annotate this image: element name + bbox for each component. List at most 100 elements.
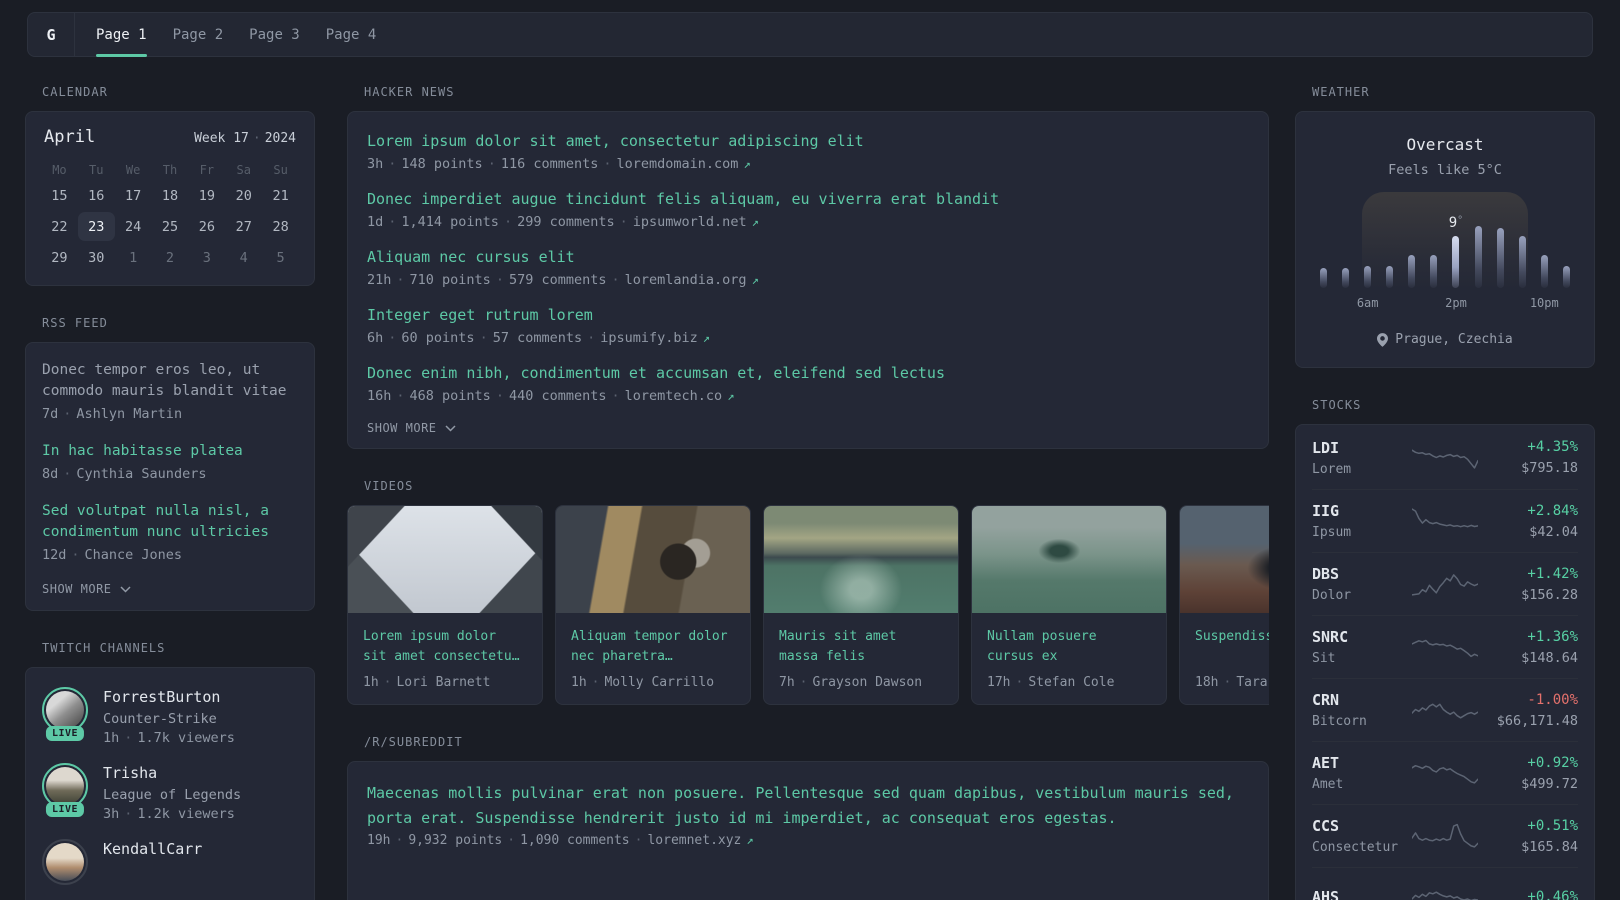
item-author: Molly Carrillo xyxy=(604,675,715,690)
separator-dot: · xyxy=(503,214,513,230)
video-card-row: Lorem ipsum dolor sit amet consectetu… 1h… xyxy=(347,505,1269,705)
stock-values: +0.46% xyxy=(1478,889,1578,900)
rss-item: Sed volutpat nulla nisl, a condimentum n… xyxy=(42,501,298,563)
video-title[interactable]: Suspendisse diam xyxy=(1195,627,1269,667)
stock-change: +1.42% xyxy=(1527,565,1578,582)
external-link-icon: ↗ xyxy=(751,215,759,229)
tab-page-2[interactable]: Page 2 xyxy=(173,13,224,56)
calendar-weekday: Fr xyxy=(199,163,215,177)
calendar-day: 17 xyxy=(125,187,142,204)
right-column: WEATHER Overcast Feels like 5°C 6am 2pm 9°… xyxy=(1295,57,1595,900)
hn-item-title[interactable]: Donec imperdiet augue tincidunt felis al… xyxy=(367,189,1249,210)
subreddit-post-title[interactable]: Maecenas mollis pulvinar erat non posuer… xyxy=(367,781,1249,831)
tab-page-4[interactable]: Page 4 xyxy=(326,13,377,56)
stock-row[interactable]: SNRC Sit +1.36% $148.64 xyxy=(1312,615,1578,678)
item-points: 1,414 points xyxy=(401,214,499,230)
stock-sparkline xyxy=(1412,569,1478,599)
calendar-weekday-row: Mo Tu We Th Fr Sa Su xyxy=(41,147,299,181)
chevron-down-icon xyxy=(120,585,131,593)
separator-dot: · xyxy=(383,675,392,690)
avatar xyxy=(46,843,84,881)
twitch-channel[interactable]: LIVE ForrestBurton Counter-Strike 1h · 1.7k v… xyxy=(42,687,298,746)
rss-item-title[interactable]: Sed volutpat nulla nisl, a condimentum n… xyxy=(42,501,298,543)
video-card[interactable]: Aliquam tempor dolor nec pharetra… 1h · Mol… xyxy=(555,505,751,705)
left-column: CALENDAR April Week 17 · 2024 Mo Tu We Th Fr Sa… xyxy=(25,57,315,900)
calendar-section-title: CALENDAR xyxy=(42,85,108,99)
item-domain[interactable]: loremtech.co xyxy=(625,388,723,404)
hn-item-meta: 1d · 1,414 points · 299 comments · ipsumworld.… xyxy=(367,214,1249,230)
video-meta: 1h · Lori Barnett xyxy=(363,675,527,690)
weather-bar xyxy=(1452,236,1460,288)
video-card[interactable]: Lorem ipsum dolor sit amet consectetu… 1h… xyxy=(347,505,543,705)
calendar-day: 30 xyxy=(88,249,105,266)
stock-price: $795.18 xyxy=(1521,460,1578,476)
separator-dot: · xyxy=(611,388,620,404)
avatar xyxy=(46,691,84,729)
tab-page-1[interactable]: Page 1 xyxy=(96,13,147,57)
weather-bar xyxy=(1386,266,1394,288)
external-link-icon: ↗ xyxy=(702,331,711,345)
stock-price: $156.28 xyxy=(1521,586,1578,603)
calendar-day: 27 xyxy=(235,218,252,235)
stock-row[interactable]: AHS +0.46% xyxy=(1312,867,1578,900)
hn-item-title[interactable]: Lorem ipsum dolor sit amet, consectetur … xyxy=(367,131,1249,152)
channel-name[interactable]: KendallCarr xyxy=(103,839,202,858)
weather-bar-slot xyxy=(1562,266,1570,288)
twitch-channel[interactable]: KendallCarr xyxy=(42,839,298,885)
item-points: 148 points xyxy=(401,156,483,172)
weather-bar-slot xyxy=(1496,228,1504,288)
stock-values: +2.84% $42.04 xyxy=(1478,503,1578,540)
weather-hourly-chart: 6am 2pm 9° 10pm xyxy=(1320,192,1570,310)
video-title[interactable]: Nullam posuere cursus ex xyxy=(987,627,1151,667)
separator-dot: · xyxy=(252,131,261,146)
stock-values: +0.51% $165.84 xyxy=(1478,818,1578,855)
rss-show-more-button[interactable]: SHOW MORE xyxy=(42,582,298,596)
hn-item-meta: 16h · 468 points · 440 comments · loremtech.co… xyxy=(367,388,1249,404)
channel-name[interactable]: Trisha xyxy=(103,763,241,782)
item-domain[interactable]: loremnet.xyz xyxy=(647,833,741,848)
hn-item-title[interactable]: Integer eget rutrum lorem xyxy=(367,305,1249,326)
video-title[interactable]: Aliquam tempor dolor nec pharetra… xyxy=(571,627,735,667)
video-card[interactable]: Mauris sit amet massa felis 7h · Grayson Da… xyxy=(763,505,959,705)
stock-price: $42.04 xyxy=(1529,523,1578,540)
item-author: Stefan Cole xyxy=(1028,675,1115,690)
weather-bar xyxy=(1408,255,1416,288)
channel-info: ForrestBurton Counter-Strike 1h · 1.7k viewe… xyxy=(103,687,235,746)
video-card[interactable]: Nullam posuere cursus ex 17h · Stefan Cole xyxy=(971,505,1167,705)
stock-row[interactable]: IIG Ipsum +2.84% $42.04 xyxy=(1312,489,1578,552)
rss-item-title[interactable]: In hac habitasse platea xyxy=(42,441,298,462)
app-logo[interactable]: G xyxy=(28,13,74,56)
hn-item-title[interactable]: Aliquam nec cursus elit xyxy=(367,247,1249,268)
item-author: Tara Sanders xyxy=(1236,675,1269,690)
hacker-news-widget: Lorem ipsum dolor sit amet, consectetur … xyxy=(347,111,1269,449)
hn-item-title[interactable]: Donec enim nibh, condimentum et accumsan… xyxy=(367,363,1249,384)
stock-sparkline xyxy=(1412,443,1478,473)
page-tabs: Page 1 Page 2 Page 3 Page 4 xyxy=(75,13,402,57)
video-title[interactable]: Lorem ipsum dolor sit amet consectetu… xyxy=(363,627,527,667)
stock-row[interactable]: DBS Dolor +1.42% $156.28 xyxy=(1312,552,1578,615)
video-title[interactable]: Mauris sit amet massa felis xyxy=(779,627,943,667)
stock-ticker: CRN xyxy=(1312,691,1340,709)
stock-sparkline xyxy=(1412,821,1478,851)
item-domain[interactable]: ipsumify.biz xyxy=(600,330,698,346)
stock-ticker: IIG xyxy=(1312,502,1340,520)
stock-row[interactable]: CRN Bitcorn -1.00% $66,171.48 xyxy=(1312,678,1578,741)
tab-page-3[interactable]: Page 3 xyxy=(249,13,300,56)
item-comments: 1,090 comments xyxy=(520,833,630,848)
stock-row[interactable]: CCS Consectetur +0.51% $165.84 xyxy=(1312,804,1578,867)
weather-bar-slot xyxy=(1386,266,1394,288)
stock-row[interactable]: LDI Lorem +4.35% $795.18 xyxy=(1312,426,1578,489)
degree-symbol: ° xyxy=(1457,215,1464,226)
rss-item-title[interactable]: Donec tempor eros leo, ut commodo mauris… xyxy=(42,360,298,402)
item-domain[interactable]: ipsumworld.net xyxy=(633,214,747,230)
item-domain[interactable]: loremdomain.com xyxy=(617,156,739,172)
item-comments: 579 comments xyxy=(508,272,607,288)
channel-info: KendallCarr xyxy=(103,839,202,858)
video-card[interactable]: Suspendisse diam 18h · Tara Sanders xyxy=(1179,505,1269,705)
stock-name: Amet xyxy=(1312,777,1344,792)
item-domain[interactable]: loremlandia.org xyxy=(625,272,747,288)
channel-name[interactable]: ForrestBurton xyxy=(103,687,235,706)
stock-row[interactable]: AET Amet +0.92% $499.72 xyxy=(1312,741,1578,804)
hn-show-more-button[interactable]: SHOW MORE xyxy=(367,421,1249,435)
twitch-channel[interactable]: LIVE Trisha League of Legends 3h · 1.2k viewe… xyxy=(42,763,298,822)
